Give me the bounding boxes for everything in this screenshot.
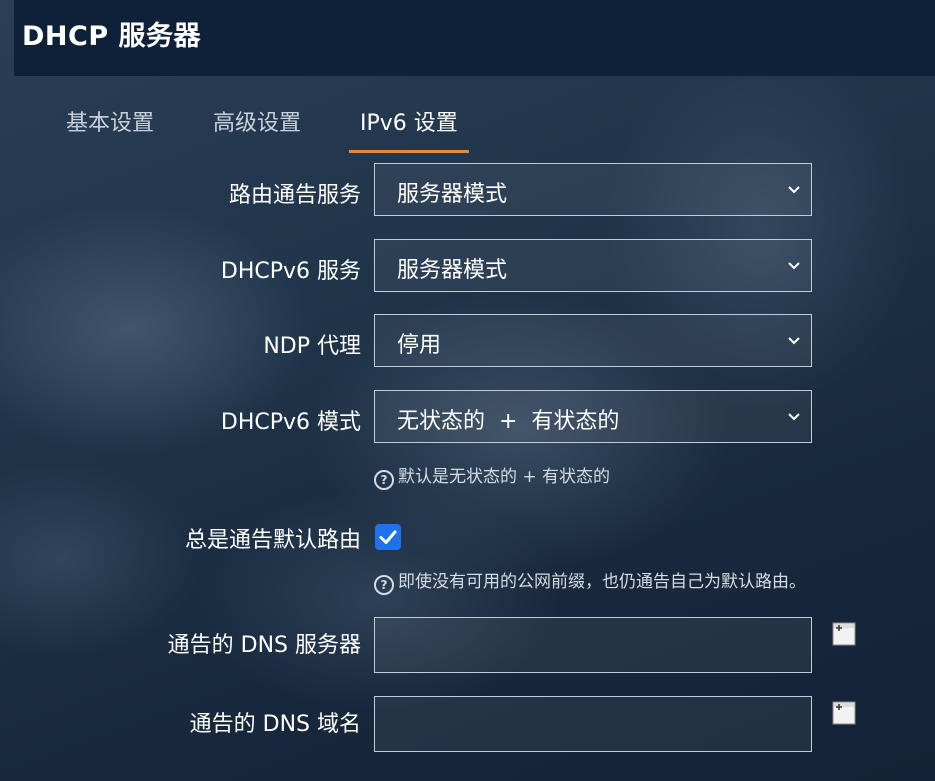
dns-servers-label: 通告的 DNS 服务器 — [167, 633, 361, 658]
question-circle-icon: ? — [374, 575, 394, 595]
chevron-down-icon — [788, 186, 800, 194]
page-header: DHCP 服务器 — [14, 0, 935, 76]
ra-service-label: 路由通告服务 — [228, 183, 361, 208]
dns-servers-input[interactable] — [374, 617, 812, 673]
dhcpv6-mode-hint: ? 默认是无状态的 + 有状态的 — [374, 462, 610, 490]
always-advertise-hint-text: 即使没有可用的公网前缀，也仍通告自己为默认路由。 — [398, 572, 806, 592]
question-circle-icon: ? — [374, 470, 394, 490]
add-entry-icon[interactable] — [831, 621, 857, 647]
dhcpv6-service-select[interactable]: 服务器模式 — [374, 239, 812, 292]
dhcpv6-service-label: DHCPv6 服务 — [220, 259, 361, 284]
always-advertise-label: 总是通告默认路由 — [184, 528, 361, 553]
dhcpv6-mode-value: 无状态的 + 有状态的 — [397, 409, 620, 434]
ra-service-value: 服务器模式 — [397, 182, 508, 207]
dhcpv6-mode-hint-text: 默认是无状态的 + 有状态的 — [398, 467, 611, 487]
ra-service-select[interactable]: 服务器模式 — [374, 163, 812, 216]
add-entry-icon[interactable] — [831, 700, 857, 726]
tab-basic-settings[interactable]: 基本设置 — [66, 104, 154, 150]
ndp-proxy-select[interactable]: 停用 — [374, 314, 812, 367]
page-title: DHCP 服务器 — [22, 21, 202, 52]
tab-advanced-settings[interactable]: 高级设置 — [213, 104, 301, 150]
ndp-proxy-label: NDP 代理 — [263, 334, 361, 359]
tab-ipv6-settings[interactable]: IPv6 设置 — [349, 104, 469, 153]
checkmark-icon — [379, 530, 397, 544]
dns-domains-label: 通告的 DNS 域名 — [189, 712, 361, 737]
always-advertise-hint: ? 即使没有可用的公网前缀，也仍通告自己为默认路由。 — [374, 567, 806, 595]
chevron-down-icon — [788, 413, 800, 421]
dhcpv6-mode-select[interactable]: 无状态的 + 有状态的 — [374, 390, 812, 443]
chevron-down-icon — [788, 262, 800, 270]
always-advertise-checkbox[interactable] — [375, 524, 401, 550]
dns-domains-input[interactable] — [374, 696, 812, 752]
dhcpv6-mode-label: DHCPv6 模式 — [220, 410, 361, 435]
chevron-down-icon — [788, 337, 800, 345]
ndp-proxy-value: 停用 — [397, 333, 442, 358]
dhcpv6-service-value: 服务器模式 — [397, 258, 508, 283]
